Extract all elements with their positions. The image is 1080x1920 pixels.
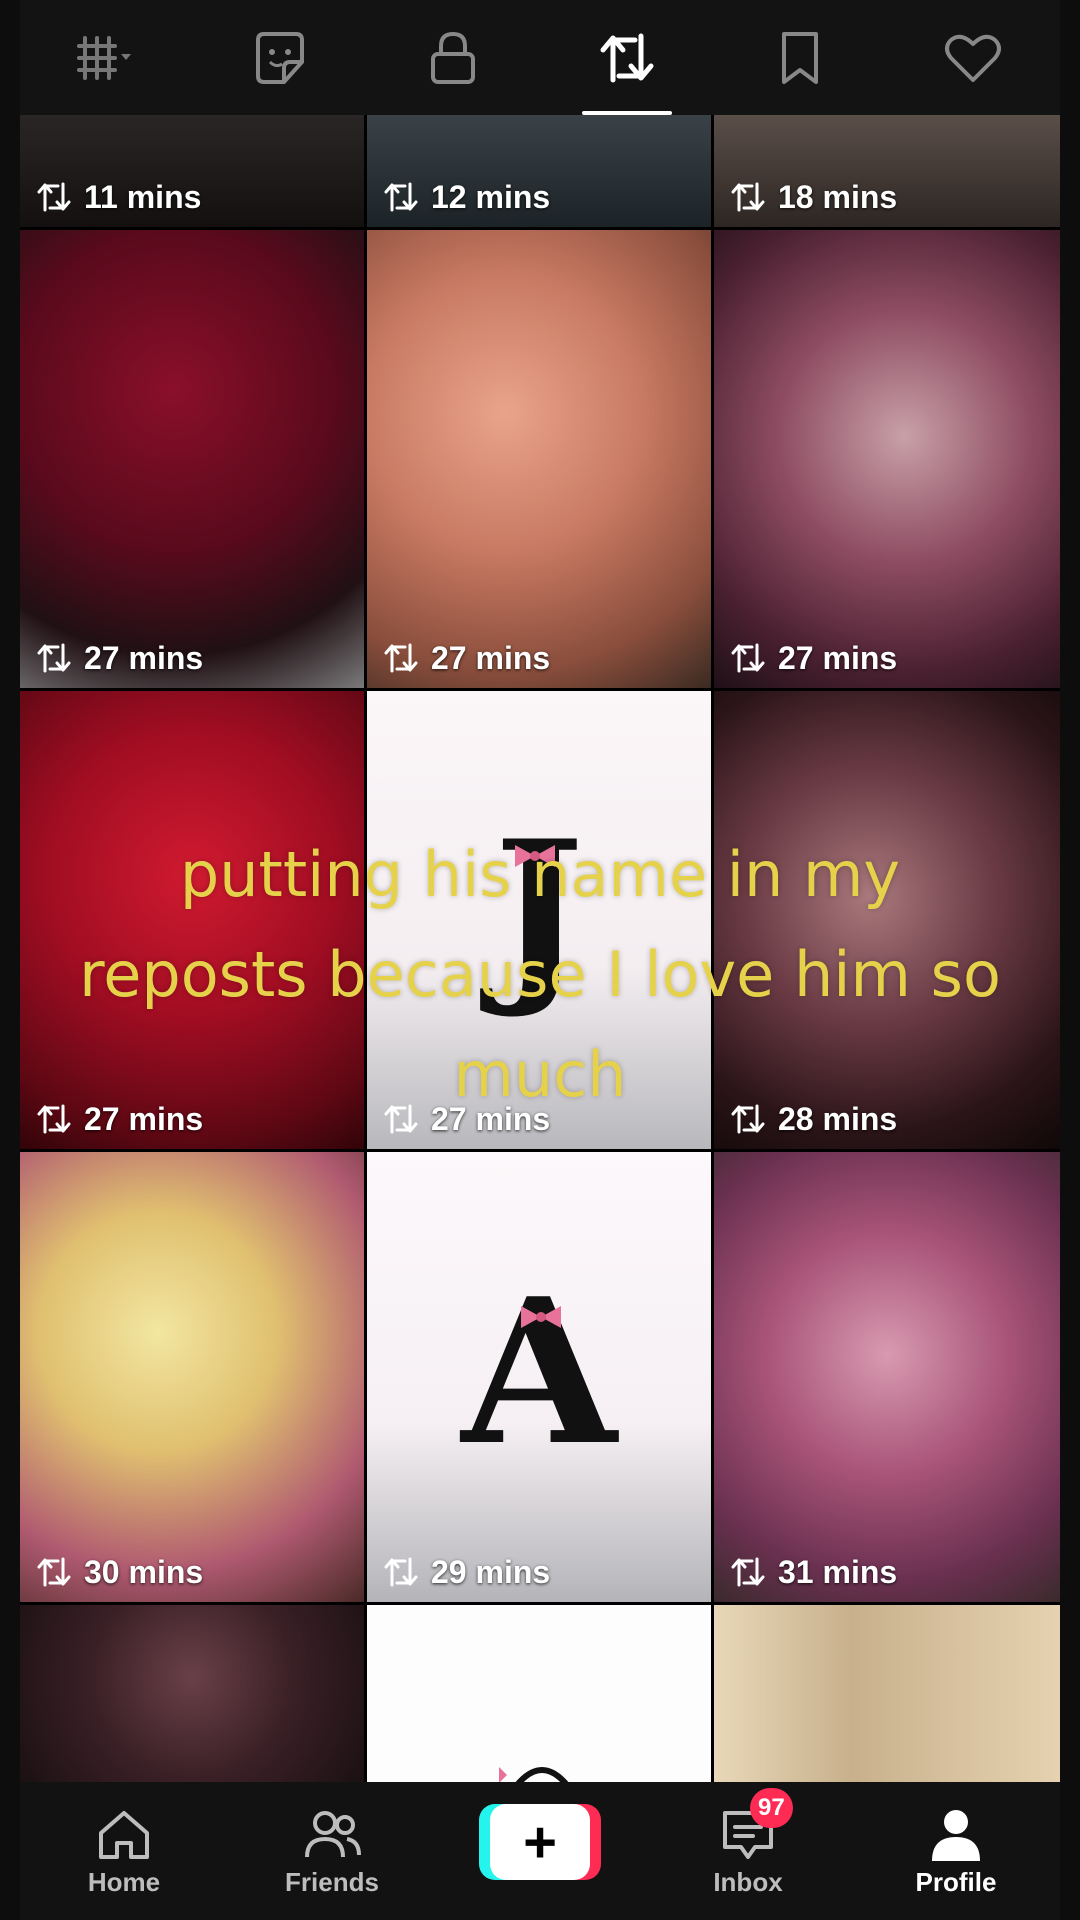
nav-home-label: Home xyxy=(87,1866,161,1897)
profile-tab-bar xyxy=(20,0,1060,115)
repost-icon xyxy=(37,182,71,212)
repost-icon xyxy=(384,1557,418,1587)
reposts-tab[interactable] xyxy=(557,0,697,115)
bookmark-icon xyxy=(781,31,818,84)
caption-line: putting his name in my xyxy=(179,838,901,911)
repost-time: 29 mins xyxy=(381,1552,550,1592)
home-icon xyxy=(99,1810,149,1859)
plus-icon: + xyxy=(490,1804,590,1880)
video-tile[interactable]: 30 mins xyxy=(20,1152,364,1602)
repost-icon xyxy=(731,1557,765,1587)
sticker-icon xyxy=(255,31,304,84)
private-tab[interactable] xyxy=(383,0,523,115)
bow-icon xyxy=(499,1767,570,1785)
bottom-nav: Home Friends + 97 Inbox Profile xyxy=(20,1782,1060,1920)
video-tile[interactable]: 12 mins xyxy=(367,115,711,227)
right-edge xyxy=(1060,0,1080,1920)
letter-image: A xyxy=(461,1254,617,1490)
heart-icon xyxy=(945,34,1002,82)
caption-line: much xyxy=(453,1038,627,1111)
sticker-tab[interactable] xyxy=(210,0,350,115)
video-tile[interactable]: 27 mins xyxy=(367,230,711,688)
repost-icon xyxy=(384,643,418,673)
video-tile[interactable]: 27 mins xyxy=(20,230,364,688)
nav-friends[interactable]: Friends xyxy=(242,1782,422,1920)
video-tile[interactable]: 18 mins xyxy=(714,115,1060,227)
repost-time: 18 mins xyxy=(728,177,897,217)
repost-icon xyxy=(384,182,418,212)
nav-profile-label: Profile xyxy=(915,1866,997,1897)
nav-inbox[interactable]: 97 Inbox xyxy=(658,1782,838,1920)
left-edge xyxy=(0,0,20,1920)
nav-home[interactable]: Home xyxy=(34,1782,214,1920)
lock-icon xyxy=(431,31,476,84)
profile-icon xyxy=(932,1809,980,1861)
repost-time: 27 mins xyxy=(728,638,897,678)
favorites-tab[interactable] xyxy=(730,0,870,115)
video-tile[interactable] xyxy=(367,1605,711,1785)
nav-inbox-label: Inbox xyxy=(713,1866,783,1897)
repost-time: 12 mins xyxy=(381,177,550,217)
create-button[interactable]: + xyxy=(479,1804,601,1880)
caption-line: reposts because I love him so xyxy=(79,938,1001,1011)
repost-time: 27 mins xyxy=(34,638,203,678)
repost-time: 27 mins xyxy=(381,638,550,678)
repost-icon xyxy=(600,33,654,82)
repost-icon xyxy=(37,1557,71,1587)
video-tile[interactable]: A 29 mins xyxy=(367,1152,711,1602)
repost-icon xyxy=(731,643,765,673)
video-tile[interactable] xyxy=(714,1605,1060,1785)
repost-time: 31 mins xyxy=(728,1552,897,1592)
friends-icon xyxy=(305,1810,361,1857)
video-tile[interactable]: 11 mins xyxy=(20,115,364,227)
inbox-badge: 97 xyxy=(750,1788,793,1828)
grid-icon xyxy=(76,35,131,80)
video-caption: putting his name in my reposts because I… xyxy=(40,825,1040,1125)
nav-friends-label: Friends xyxy=(285,1866,379,1897)
repost-time: 11 mins xyxy=(34,177,201,217)
nav-profile[interactable]: Profile xyxy=(866,1782,1046,1920)
video-tile[interactable]: 31 mins xyxy=(714,1152,1060,1602)
repost-time: 30 mins xyxy=(34,1552,203,1592)
bow-icon xyxy=(521,1306,561,1328)
video-tile[interactable]: 27 mins xyxy=(714,230,1060,688)
grid-tab[interactable] xyxy=(37,0,177,115)
liked-tab[interactable] xyxy=(903,0,1043,115)
repost-icon xyxy=(37,643,71,673)
repost-icon xyxy=(731,182,765,212)
screen: 11 mins 12 mins 18 mins 27 mins 27 mins … xyxy=(0,0,1080,1920)
nav-create[interactable]: + xyxy=(450,1782,630,1920)
video-tile[interactable] xyxy=(20,1605,364,1785)
